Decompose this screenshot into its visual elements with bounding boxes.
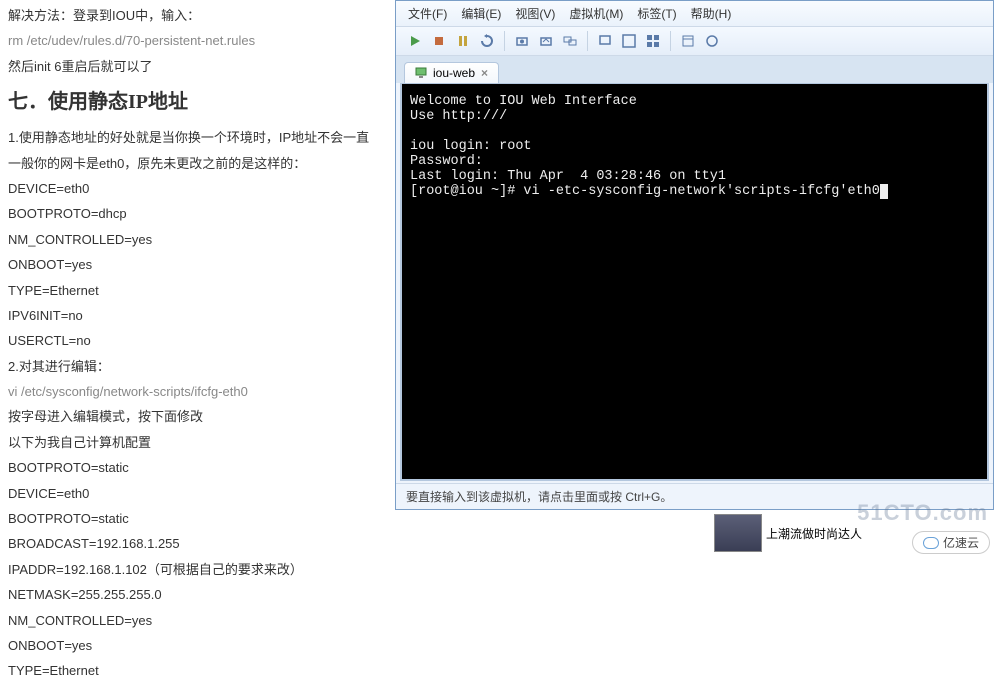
text: 按字母进入编辑模式，按下面修改 <box>8 405 387 428</box>
tabbar: iou-web × <box>396 56 993 83</box>
menu-edit[interactable]: 编辑(E) <box>461 5 501 22</box>
term-line: iou login: root <box>410 139 532 154</box>
config-line: BOOTPROTO=static <box>8 456 387 479</box>
snapshot-button[interactable] <box>511 30 533 52</box>
config-line: NETMASK=255.255.255.0 <box>8 583 387 606</box>
config-line: ONBOOT=yes <box>8 634 387 657</box>
summary-button[interactable] <box>677 30 699 52</box>
cloud-icon <box>923 537 939 549</box>
toolbar <box>396 27 993 56</box>
config-line: BROADCAST=192.168.1.255 <box>8 532 387 555</box>
menu-view[interactable]: 视图(V) <box>515 5 555 22</box>
converter-button[interactable] <box>701 30 723 52</box>
tab-close-icon[interactable]: × <box>481 66 488 80</box>
config-line: DEVICE=eth0 <box>8 482 387 505</box>
separator <box>587 31 588 51</box>
config-line: IPV6INIT=no <box>8 304 387 327</box>
text: 然后init 6重启后就可以了 <box>8 55 387 78</box>
show-console-button[interactable] <box>594 30 616 52</box>
text: 1.使用静态地址的好处就是当你换一个环境时，IP地址不会一直 <box>8 126 387 149</box>
config-line: ONBOOT=yes <box>8 253 387 276</box>
config-line: NM_CONTROLLED=yes <box>8 228 387 251</box>
terminal[interactable]: Welcome to IOU Web Interface Use http://… <box>400 83 989 481</box>
yisu-badge[interactable]: 亿速云 <box>912 531 990 554</box>
command-text: rm /etc/udev/rules.d/70-persistent-net.r… <box>8 29 387 52</box>
menu-vm[interactable]: 虚拟机(M) <box>569 5 623 22</box>
config-line: IPADDR=192.168.1.102（可根据自己的要求来改） <box>8 558 387 581</box>
heading-7: 七．使用静态IP地址 <box>8 84 387 120</box>
config-line: USERCTL=no <box>8 329 387 352</box>
term-line: Use http:/// <box>410 109 507 124</box>
yisu-label: 亿速云 <box>943 534 979 551</box>
fullscreen-button[interactable] <box>618 30 640 52</box>
tab-iou-web[interactable]: iou-web × <box>404 62 499 83</box>
tab-label: iou-web <box>433 66 475 80</box>
menu-file[interactable]: 文件(F) <box>408 5 447 22</box>
command-text: vi /etc/sysconfig/network-scripts/ifcfg-… <box>8 380 387 403</box>
power-on-button[interactable] <box>404 30 426 52</box>
suspend-button[interactable] <box>452 30 474 52</box>
separator <box>504 31 505 51</box>
power-off-button[interactable] <box>428 30 450 52</box>
menubar: 文件(F) 编辑(E) 视图(V) 虚拟机(M) 标签(T) 帮助(H) <box>396 1 993 27</box>
menu-help[interactable]: 帮助(H) <box>691 5 732 22</box>
cursor <box>880 184 888 199</box>
manage-snapshot-button[interactable] <box>559 30 581 52</box>
menu-tabs[interactable]: 标签(T) <box>637 5 676 22</box>
term-line: Last login: Thu Apr 4 03:28:46 on tty1 <box>410 169 726 184</box>
separator <box>670 31 671 51</box>
statusbar: 要直接输入到该虚拟机，请点击里面或按 Ctrl+G。 <box>396 483 993 509</box>
term-line: Password: <box>410 154 483 169</box>
vmware-window: 文件(F) 编辑(E) 视图(V) 虚拟机(M) 标签(T) 帮助(H) iou… <box>395 0 994 510</box>
config-line: BOOTPROTO=static <box>8 507 387 530</box>
thumbnail[interactable] <box>714 514 762 552</box>
config-line: TYPE=Ethernet <box>8 279 387 302</box>
reset-button[interactable] <box>476 30 498 52</box>
text: 一般你的网卡是eth0，原先未更改之前的是这样的： <box>8 152 387 175</box>
config-line: BOOTPROTO=dhcp <box>8 202 387 225</box>
text: 解决方法：登录到IOU中，输入： <box>8 4 387 27</box>
thumbnail-caption: 上潮流做时尚达人 <box>766 525 862 542</box>
text: 2.对其进行编辑： <box>8 355 387 378</box>
config-line: DEVICE=eth0 <box>8 177 387 200</box>
config-line: NM_CONTROLLED=yes <box>8 609 387 632</box>
revert-button[interactable] <box>535 30 557 52</box>
article-pane: 解决方法：登录到IOU中，输入： rm /etc/udev/rules.d/70… <box>0 0 395 556</box>
term-line: Welcome to IOU Web Interface <box>410 94 637 109</box>
term-line: [root@iou ~]# vi -etc-sysconfig-network'… <box>410 184 880 199</box>
monitor-icon <box>415 67 427 79</box>
config-line: TYPE=Ethernet <box>8 659 387 682</box>
text: 以下为我自己计算机配置 <box>8 431 387 454</box>
unity-button[interactable] <box>642 30 664 52</box>
